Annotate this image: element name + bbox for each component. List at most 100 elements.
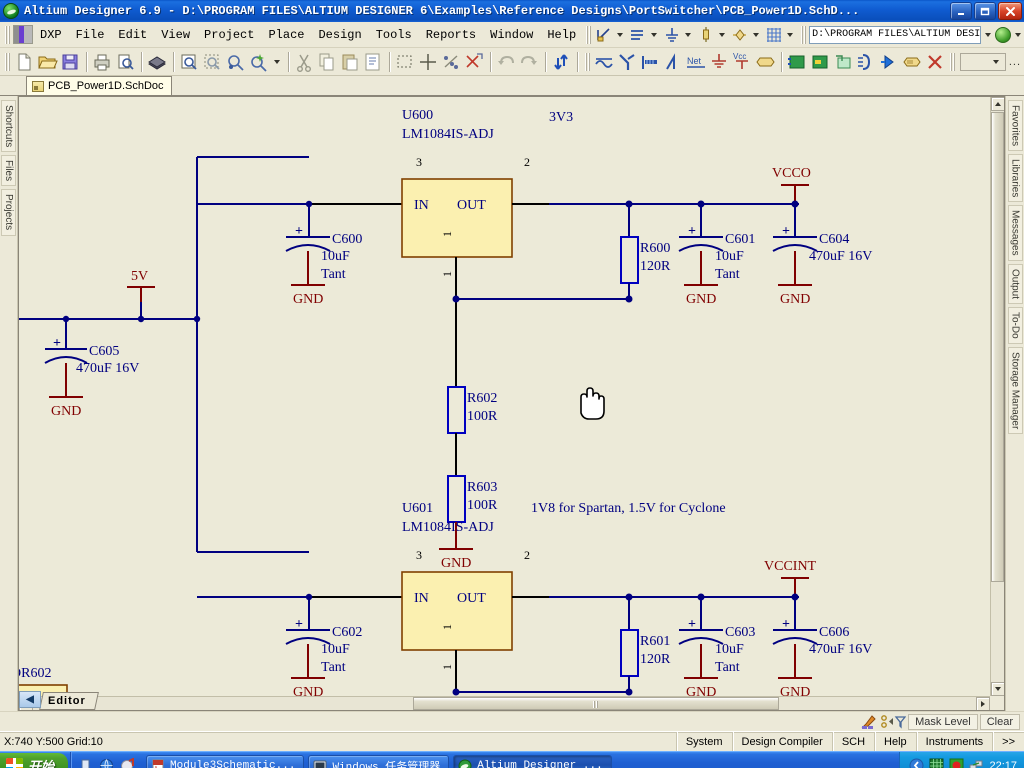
toolbar-overflow-button[interactable]: ...	[1006, 56, 1024, 68]
window-titlebar[interactable]: Altium Designer 6.9 - D:\PROGRAM FILES\A…	[0, 0, 1024, 22]
mask-level-bar[interactable]: Mask Level Clear	[0, 711, 1024, 731]
cut-icon[interactable]	[293, 51, 316, 73]
canvas-horizontal-scrollbar[interactable]	[19, 696, 990, 710]
wiring-toolbar-grip[interactable]	[585, 52, 590, 71]
bus-tool-button[interactable]	[628, 26, 662, 44]
sidebar-item-files[interactable]: Files	[1, 155, 16, 187]
zoom-out-icon[interactable]	[224, 51, 247, 73]
vcc-power-port-icon[interactable]: Vcc	[731, 51, 754, 73]
panel-collapse-button[interactable]: ◀	[19, 691, 41, 708]
resistor-r602[interactable]: R602 100R	[447, 386, 498, 476]
sidebar-item-to-do[interactable]: To-Do	[1007, 307, 1023, 344]
toolbar-combobox[interactable]	[960, 52, 1006, 71]
clear-mask-button[interactable]: Clear	[979, 713, 1020, 730]
regulator-u600[interactable]: U600 LM1084IS-ADJ 3 IN OUT 2 1 1	[401, 108, 530, 277]
part-tool-button[interactable]	[730, 26, 764, 44]
device-sheet-icon[interactable]	[832, 51, 855, 73]
filter-icon[interactable]	[880, 713, 907, 731]
menu-window[interactable]: Window	[483, 25, 540, 45]
document-tab-pcb-power1d[interactable]: PCB_Power1D.SchDoc	[26, 76, 172, 95]
menu-edit[interactable]: Edit	[111, 25, 154, 45]
sidebar-item-libraries[interactable]: Libraries	[1007, 154, 1023, 203]
system-clock[interactable]: 22:17	[989, 760, 1017, 768]
gnd-power-port-icon[interactable]	[708, 51, 731, 73]
schematic-canvas[interactable]: .wb { stroke:#000080; stroke-width:2; fi…	[19, 97, 990, 698]
capacitor-c600[interactable]: + C600 10uF Tant GND	[285, 224, 362, 307]
no-erc-icon[interactable]	[924, 51, 947, 73]
main-toolbar-grip[interactable]	[5, 52, 10, 71]
board-icon[interactable]	[146, 51, 169, 73]
menu-dxp[interactable]: DXP	[33, 25, 69, 45]
port-place-icon[interactable]	[901, 51, 924, 73]
taskbar-item-module3schematic[interactable]: A Module3Schematic...	[146, 754, 305, 768]
bus-tool-dropdown-arrow[interactable]	[651, 32, 658, 37]
zoom-select-dropdown-arrow[interactable]	[274, 59, 280, 64]
restore-button[interactable]	[974, 2, 996, 20]
zoom-area-icon[interactable]	[201, 51, 224, 73]
status-panel-help[interactable]: Help	[874, 732, 916, 751]
toolbar-combobox-arrow[interactable]	[992, 59, 999, 64]
clear-selection-icon[interactable]	[463, 51, 486, 73]
sidebar-item-storage-manager[interactable]: Storage Manager	[1007, 346, 1023, 435]
menu-design[interactable]: Design	[311, 25, 368, 45]
menu-tools[interactable]: Tools	[369, 25, 419, 45]
net-u600-adj[interactable]	[455, 257, 629, 387]
sheet-symbol-icon[interactable]	[786, 51, 809, 73]
menu-place[interactable]: Place	[261, 25, 311, 45]
status-panel-instruments[interactable]: Instruments	[915, 732, 992, 751]
close-button[interactable]	[998, 2, 1022, 20]
toolbar-grip-1[interactable]	[586, 25, 592, 44]
status-panel-design-compiler[interactable]: Design Compiler	[731, 732, 832, 751]
tray-record-icon[interactable]	[949, 758, 964, 768]
status-panel-buttons[interactable]: System Design Compiler SCH Help Instrume…	[675, 732, 1024, 751]
harness-connector-icon[interactable]	[855, 51, 878, 73]
menu-file[interactable]: File	[69, 25, 112, 45]
save-document-icon[interactable]	[59, 51, 82, 73]
capacitor-c604[interactable]: + C604 470uF 16V GND	[772, 204, 872, 307]
redo-icon[interactable]	[518, 51, 541, 73]
undo-icon[interactable]	[495, 51, 518, 73]
taskbar-item-altium-designer[interactable]: Altium Designer ...	[453, 754, 612, 768]
media-icon[interactable]	[120, 757, 135, 768]
left-panel-tabs[interactable]: Shortcuts Files Projects	[0, 96, 18, 711]
paste-icon[interactable]	[339, 51, 362, 73]
status-panel-sch[interactable]: SCH	[831, 732, 874, 751]
nav-back-icon[interactable]	[995, 26, 1012, 43]
toolbar-grip-2[interactable]	[801, 25, 807, 44]
capacitor-c601[interactable]: + C601 10uF Tant GND	[678, 204, 755, 307]
menu-view[interactable]: View	[154, 25, 197, 45]
capacitor-c606[interactable]: + C606 470uF 16V GND	[772, 597, 872, 698]
horizontal-scroll-thumb[interactable]	[413, 697, 779, 710]
menu-bar[interactable]: DXP File Edit View Project Place Design …	[0, 22, 1024, 48]
status-panel-system[interactable]: System	[675, 732, 732, 751]
power-port-vcco[interactable]: VCCO	[772, 166, 811, 204]
ground-tool-button[interactable]	[662, 26, 696, 44]
paste-special-icon[interactable]	[362, 51, 385, 73]
status-panel-overflow[interactable]: >>	[992, 732, 1024, 751]
regulator-u601[interactable]: U601 LM1084IS-ADJ 3 IN OUT 2 1 1	[401, 501, 530, 670]
resistor-r601[interactable]: R601 120R	[620, 597, 671, 692]
bus-entry-icon[interactable]	[662, 51, 685, 73]
open-document-icon[interactable]	[36, 51, 59, 73]
document-tab-bar[interactable]: PCB_Power1D.SchDoc	[0, 76, 1024, 96]
component-tool-dropdown-arrow[interactable]	[719, 32, 726, 37]
bus-icon[interactable]	[616, 51, 639, 73]
sidebar-item-projects[interactable]: Projects	[1, 189, 16, 236]
new-document-icon[interactable]	[13, 51, 36, 73]
ground-tool-dropdown-arrow[interactable]	[685, 32, 692, 37]
tray-grid-icon[interactable]	[929, 758, 944, 768]
resistor-r600[interactable]: R600 120R	[620, 204, 671, 299]
harness-entry-icon[interactable]	[878, 51, 901, 73]
capacitor-c602[interactable]: + C602 10uF Tant GND	[285, 617, 362, 698]
tray-chevron-icon[interactable]	[909, 758, 924, 768]
taskbar-item-task-manager[interactable]: Windows 任务管理器	[308, 754, 450, 768]
net-3v3[interactable]: 3V3	[512, 110, 799, 205]
highlight-pen-icon[interactable]	[860, 713, 878, 731]
menu-project[interactable]: Project	[197, 25, 261, 45]
chart-tool-button[interactable]	[594, 26, 628, 44]
project-path-combobox[interactable]: D:\PROGRAM FILES\ALTIUM DESIGNE	[809, 25, 982, 44]
power-port-5v[interactable]: 5V	[127, 269, 155, 302]
nav-back-dropdown-arrow[interactable]	[1015, 32, 1022, 37]
windows-taskbar[interactable]: 开始 A Module3Schematic... Windows 任务管理器 A…	[0, 751, 1024, 768]
part-tool-dropdown-arrow[interactable]	[753, 32, 760, 37]
